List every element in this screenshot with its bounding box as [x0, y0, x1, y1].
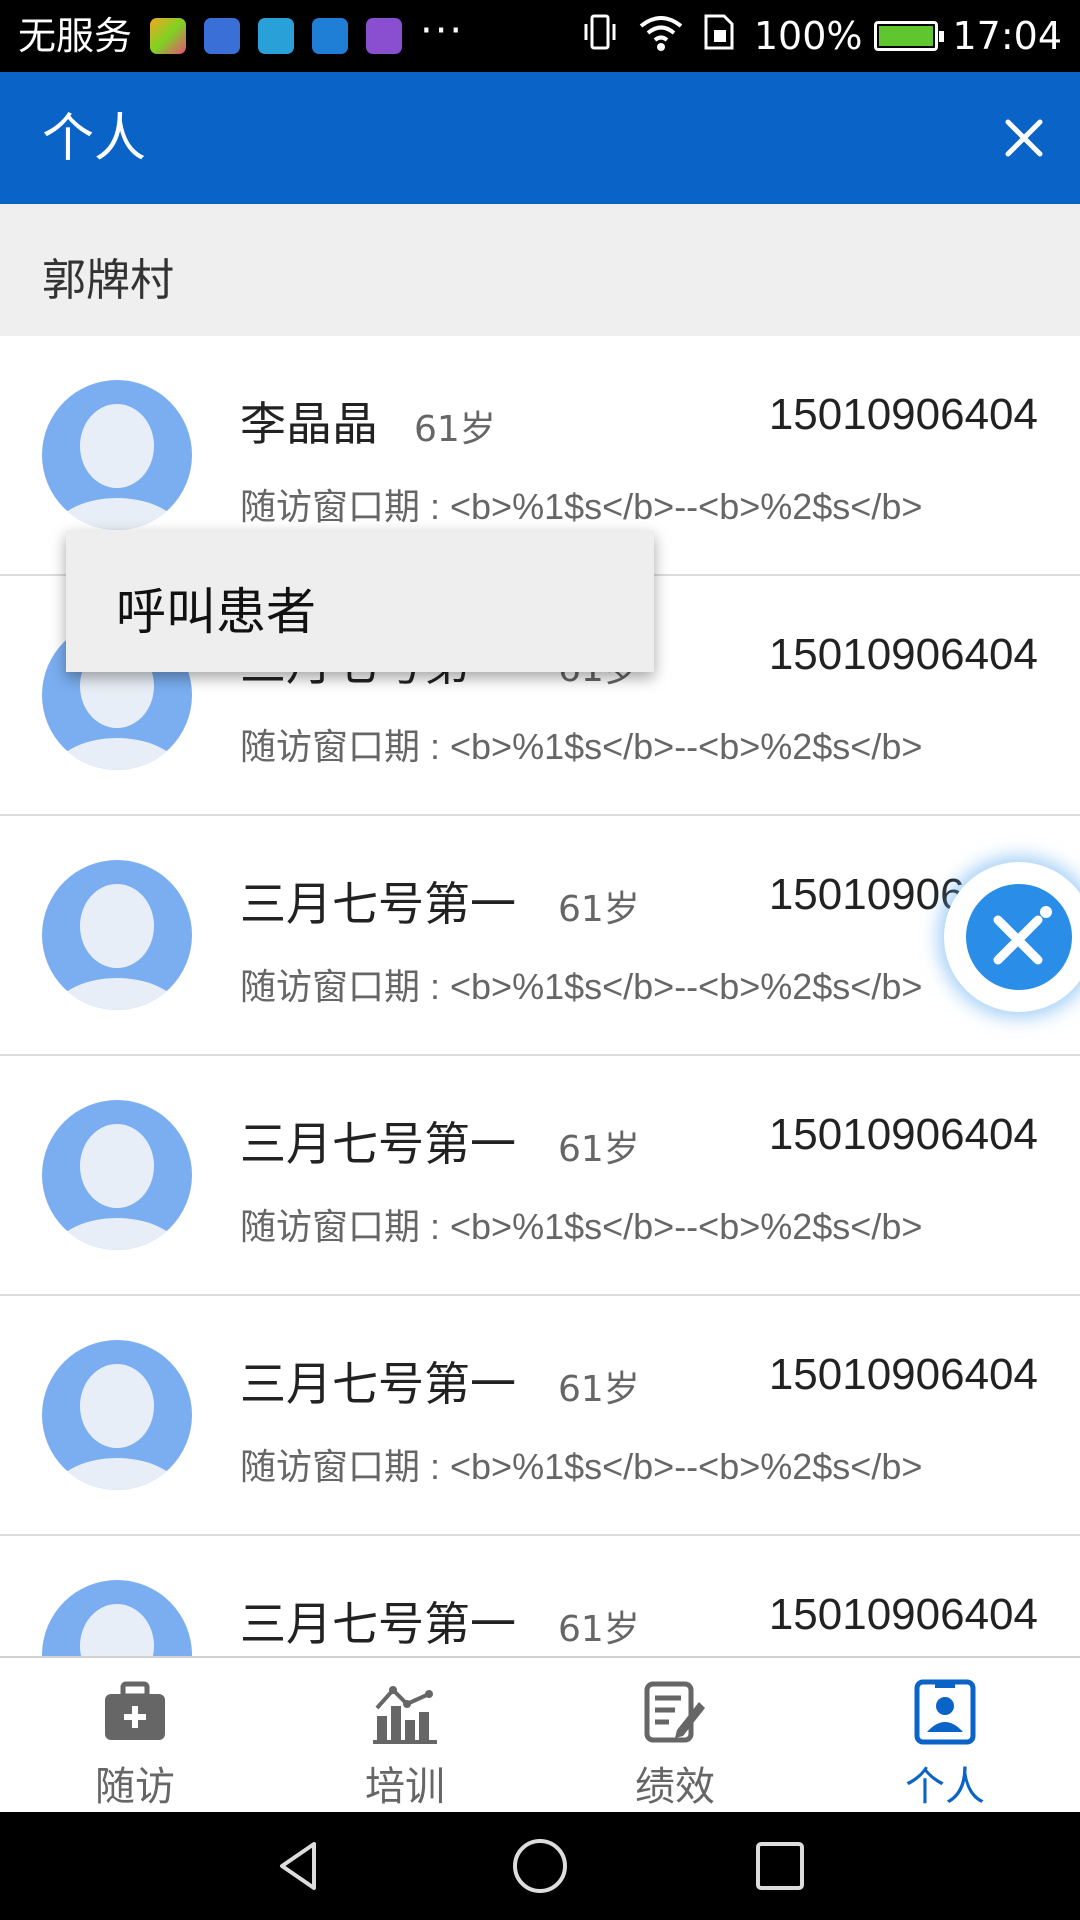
keyboard-icon [366, 18, 402, 54]
patient-age: 61岁 [558, 889, 640, 930]
call-patient-menu-item[interactable]: 呼叫患者 [116, 572, 316, 644]
village-header: 郭牌村 [0, 204, 1080, 336]
tab-label: 绩效 [635, 1764, 715, 1810]
usb-icon [312, 18, 348, 54]
carrier-text: 无服务 [18, 14, 133, 58]
patient-name: 三月七号第一 [240, 1597, 516, 1651]
patient-phone: 15010906404 [768, 1110, 1038, 1159]
patient-age: 61岁 [558, 1129, 640, 1170]
avatar [42, 1340, 192, 1490]
context-menu: 呼叫患者 [66, 530, 654, 672]
follow-up-window: 随访窗口期 : <b>%1$s</b>--<b>%2$s</b> [240, 486, 923, 527]
id-badge-icon [914, 1679, 976, 1745]
system-nav-bar [0, 1812, 1080, 1920]
more-notifications-icon: ··· [420, 8, 465, 54]
tools-icon [993, 906, 1052, 965]
notification-icons [150, 18, 420, 54]
tab-training[interactable]: 培训 [270, 1658, 540, 1812]
home-icon[interactable] [510, 1836, 570, 1896]
back-icon[interactable] [270, 1836, 330, 1896]
avatar [42, 1580, 192, 1656]
patient-name: 李晶晶 [240, 397, 378, 451]
app-bar: 个人 [0, 72, 1080, 204]
follow-up-window: 随访窗口期 : <b>%1$s</b>--<b>%2$s</b> [240, 966, 923, 1007]
exu-icon [258, 18, 294, 54]
health-icon [204, 18, 240, 54]
patient-name: 三月七号第一 [240, 1357, 516, 1411]
vibrate-icon [580, 12, 620, 61]
patient-phone: 15010906404 [768, 630, 1038, 679]
battery-percent: 100% [753, 14, 863, 58]
status-bar: 无服务 ··· 100% 17:04 [0, 0, 1080, 72]
follow-up-window: 随访窗口期 : <b>%1$s</b>--<b>%2$s</b> [240, 726, 923, 767]
battery-icon [874, 21, 945, 51]
patient-phone: 15010906404 [768, 1350, 1038, 1399]
medical-kit-icon [105, 1681, 165, 1740]
avatar [42, 860, 192, 1010]
tab-performance[interactable]: 绩效 [540, 1658, 810, 1812]
tab-label: 个人 [905, 1764, 985, 1810]
patient-name: 三月七号第一 [240, 877, 516, 931]
patient-age: 61岁 [558, 1609, 640, 1650]
close-icon[interactable] [996, 110, 1052, 166]
chart-icon [373, 1686, 437, 1744]
edit-document-icon [644, 1681, 705, 1743]
patient-row[interactable]: 三月七号第一 61岁 15010906404 [0, 1536, 1080, 1656]
patient-age: 61岁 [558, 1369, 640, 1410]
clock: 17:04 [952, 14, 1062, 58]
tab-follow-up[interactable]: 随访 [0, 1658, 270, 1812]
patient-row[interactable]: 三月七号第一 61岁 15010906404 随访窗口期 : <b>%1$s</… [0, 1296, 1080, 1536]
sim-icon [702, 12, 736, 61]
follow-up-window: 随访窗口期 : <b>%1$s</b>--<b>%2$s</b> [240, 1206, 923, 1247]
patient-row[interactable]: 三月七号第一 61岁 15010906404 随访窗口期 : <b>%1$s</… [0, 1056, 1080, 1296]
follow-up-window: 随访窗口期 : <b>%1$s</b>--<b>%2$s</b> [240, 1446, 923, 1487]
recents-icon[interactable] [750, 1836, 810, 1896]
tab-label: 随访 [95, 1764, 175, 1810]
patient-phone: 15010906404 [768, 390, 1038, 439]
bottom-nav: 随访 培训 绩效 个人 [0, 1656, 1080, 1812]
avatar [42, 380, 192, 530]
app-icon-1 [150, 18, 186, 54]
wifi-icon [638, 12, 684, 61]
patient-phone: 15010906404 [768, 1590, 1038, 1639]
village-name: 郭牌村 [42, 255, 174, 306]
patient-name: 三月七号第一 [240, 1117, 516, 1171]
patient-age: 61岁 [414, 409, 496, 450]
tab-personal[interactable]: 个人 [810, 1658, 1080, 1812]
page-title: 个人 [42, 109, 147, 169]
avatar [42, 1100, 192, 1250]
patient-row[interactable]: 三月七号第一 61岁 15010906404 随访窗口期 : <b>%1$s</… [0, 816, 1080, 1056]
tab-label: 培训 [365, 1764, 445, 1810]
